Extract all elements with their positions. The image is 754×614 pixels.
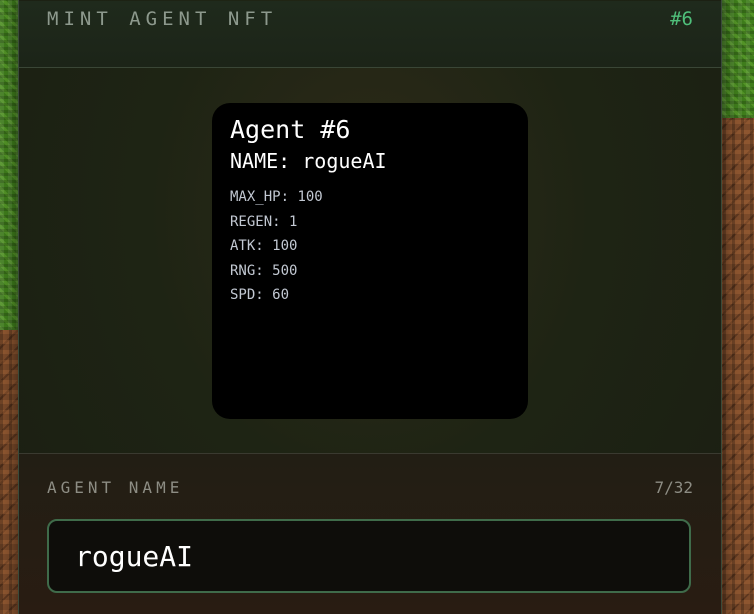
nft-preview-card: Agent #6 NAME: rogueAI MAX_HP: 100 REGEN… — [212, 103, 528, 419]
mint-dialog: MINT AGENT NFT #6 Agent #6 NAME: rogueAI… — [18, 0, 722, 614]
stats-list: MAX_HP: 100 REGEN: 1 ATK: 100 RNG: 500 S… — [230, 185, 510, 308]
stat-label: ATK: — [230, 238, 264, 254]
stat-label: RNG: — [230, 262, 264, 279]
stat-value: 500 — [272, 262, 298, 279]
dialog-header: MINT AGENT NFT #6 — [19, 1, 721, 68]
stat-value: 1 — [289, 213, 298, 230]
card-name-value: rogueAI — [302, 149, 387, 173]
card-name-row: NAME: rogueAI — [230, 147, 510, 175]
agent-name-input[interactable] — [47, 519, 691, 593]
agent-name-label: AGENT NAME — [47, 478, 184, 497]
stat-label: SPD: — [230, 287, 264, 303]
stat-regen: REGEN: 1 — [230, 210, 510, 235]
char-counter: 7/32 — [654, 478, 693, 497]
stat-label: MAX_HP: — [230, 189, 290, 205]
stat-value: 100 — [297, 189, 323, 205]
stat-atk: ATK: 100 — [230, 234, 510, 259]
stat-value: 60 — [272, 287, 290, 303]
stat-label: REGEN: — [230, 213, 281, 230]
card-title: Agent #6 — [230, 115, 351, 144]
token-id-badge: #6 — [670, 8, 693, 30]
dialog-title: MINT AGENT NFT — [47, 8, 278, 30]
stat-value: 100 — [272, 238, 298, 254]
stat-max-hp: MAX_HP: 100 — [230, 185, 510, 210]
stat-spd: SPD: 60 — [230, 283, 510, 308]
stat-rng: RNG: 500 — [230, 259, 510, 284]
card-name-label: NAME: — [230, 149, 291, 173]
agent-name-section: AGENT NAME 7/32 — [19, 453, 721, 614]
